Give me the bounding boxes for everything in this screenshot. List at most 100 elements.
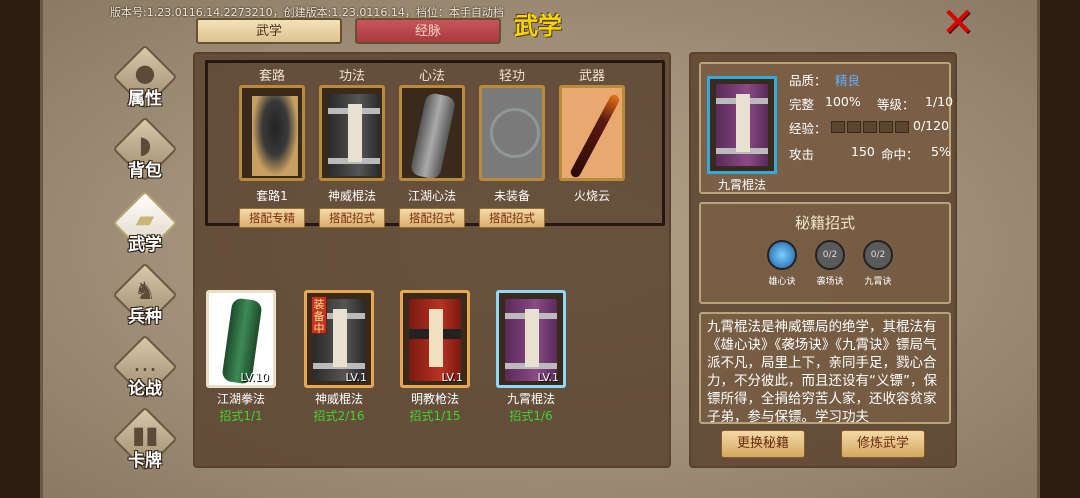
book-art (409, 299, 461, 381)
book-spine (348, 104, 362, 162)
pair-specialty-button[interactable]: 搭配专精 (239, 208, 305, 228)
locked-skill-icon[interactable]: 0/2 (863, 240, 893, 270)
routine-card[interactable] (239, 85, 305, 181)
skill-label: 雄心诀 (768, 277, 796, 287)
slot-skill: 功法 神威棍法 搭配招式 (312, 63, 392, 228)
nav-label: 背包 (128, 161, 162, 181)
hit-label: 命中： (881, 147, 919, 162)
slot-category: 心法 (418, 69, 445, 84)
slot-category: 轻功 (498, 69, 525, 84)
slot-category: 套路 (258, 69, 285, 84)
complete-label: 完整 (789, 97, 815, 112)
exp-value: 0/120 (913, 118, 950, 133)
nav-label: 卡牌 (128, 451, 162, 471)
item-moves: 招式1/15 (409, 409, 461, 423)
chat-bubble-icon: … (133, 349, 157, 377)
bag-icon: ◗ (138, 131, 152, 159)
inventory-item[interactable]: LV.10 江湖拳法 招式1/1 (201, 288, 281, 424)
exp-segment (879, 121, 893, 133)
dragon-emblem-icon (490, 108, 540, 158)
swap-manual-button[interactable]: 更换秘籍 (721, 430, 805, 458)
selected-name: 九霄棍法 (717, 178, 766, 192)
level-label: 等级： (877, 97, 915, 112)
book-spine (525, 309, 539, 367)
nav-item-attributes[interactable]: ● 属性 (112, 44, 178, 116)
lightness-card-empty[interactable] (479, 85, 545, 181)
person-icon: ● (134, 59, 156, 87)
pair-moves-button[interactable]: 搭配招式 (479, 208, 545, 228)
nav-item-cards[interactable]: ▮▮ 卡牌 (112, 406, 178, 478)
book-art (716, 84, 768, 166)
martial-arts-panel: 套路 套路1 搭配专精 功法 神威棍法 搭配招式 心法 江湖心法 搭配招式 轻功… (193, 52, 671, 468)
cards-icon: ▮▮ (132, 421, 159, 449)
complete-value: 100% (825, 94, 861, 109)
slot-category: 武器 (578, 69, 605, 84)
slot-routine: 套路 套路1 搭配专精 (232, 63, 312, 228)
slot-name: 火烧云 (573, 189, 610, 203)
slot-name: 套路1 (256, 189, 288, 203)
inventory-item[interactable]: 装备中 LV.1 神威棍法 招式2/16 (299, 288, 379, 424)
equipment-frame: 套路 套路1 搭配专精 功法 神威棍法 搭配招式 心法 江湖心法 搭配招式 轻功… (205, 60, 665, 228)
close-icon[interactable]: ✕ (940, 3, 976, 43)
skill-label: 袭场诀 (816, 277, 844, 287)
pair-moves-button[interactable]: 搭配招式 (399, 208, 465, 228)
exp-segment (895, 121, 909, 133)
horse-rider-icon: ♞ (134, 277, 156, 305)
slot-name: 未装备 (493, 189, 530, 203)
nav-label: 兵种 (128, 307, 162, 327)
item-name: 九霄棍法 (506, 392, 555, 406)
selected-book-card (707, 76, 777, 174)
nav-item-troops[interactable]: ♞ 兵种 (112, 262, 178, 334)
attack-label: 攻击 (789, 147, 815, 162)
skill-book-card[interactable] (319, 85, 385, 181)
exp-label: 经验： (789, 121, 827, 136)
scroll-art (409, 91, 457, 178)
book-spine (736, 94, 750, 152)
mind-scroll-card[interactable] (399, 85, 465, 181)
detail-panel: 九霄棍法 品质： 精良 完整 100% 等级： 1/10 经验： 0/120 攻… (689, 52, 957, 468)
item-name: 神威棍法 (314, 392, 363, 406)
nav-item-bag[interactable]: ◗ 背包 (112, 116, 178, 188)
equipped-badge: 装备中 (311, 296, 327, 335)
book-art (505, 299, 557, 381)
level-label: LV.1 (345, 371, 367, 384)
locked-skill-icon[interactable]: 0/2 (815, 240, 845, 270)
inventory-card: LV.1 (400, 290, 470, 388)
slot-mind: 心法 江湖心法 搭配招式 (392, 63, 472, 228)
item-name: 明教枪法 (410, 392, 459, 406)
level-label: LV.1 (537, 371, 559, 384)
nav-item-martial-arts[interactable]: ▰ 武学 (112, 190, 178, 262)
inventory-item-selected[interactable]: LV.1 九霄棍法 招式1/6 (491, 288, 571, 424)
tab-jingmai[interactable]: 经脉 (355, 18, 501, 44)
nav-item-debate[interactable]: … 论战 (112, 334, 178, 406)
page-title: 武学 (514, 12, 562, 40)
nav-label: 武学 (128, 235, 162, 255)
item-name: 江湖拳法 (216, 392, 265, 406)
exp-segment (847, 121, 861, 133)
weapon-card[interactable] (559, 85, 625, 181)
tab-wuxue[interactable]: 武学 (196, 18, 342, 44)
train-martial-arts-button[interactable]: 修炼武学 (841, 430, 925, 458)
slot-weapon: 武器 火烧云 (552, 63, 632, 204)
inventory-card: 装备中 LV.1 (304, 290, 374, 388)
book-spine (333, 309, 347, 367)
pair-moves-button[interactable]: 搭配招式 (319, 208, 385, 228)
staff-art (568, 93, 622, 178)
quality-value: 精良 (835, 73, 861, 88)
level-label: LV.10 (240, 371, 269, 384)
fighter-art (252, 96, 298, 176)
exp-segment (831, 121, 845, 133)
secret-moves-box: 秘籍招式 雄心诀 0/2 袭场诀 0/2 九霄诀 (699, 202, 951, 304)
lightning-skill-icon[interactable] (767, 240, 797, 270)
item-info-box: 九霄棍法 品质： 精良 完整 100% 等级： 1/10 经验： 0/120 攻… (699, 62, 953, 194)
attack-value: 150 (851, 144, 875, 159)
item-moves: 招式1/6 (509, 409, 553, 423)
book-art (328, 94, 380, 176)
book-spine (429, 309, 443, 367)
hit-value: 5% (931, 144, 951, 159)
description-box: 九霄棍法是神威镖局的绝学，其棍法有《雄心诀》《袭场诀》《九霄诀》镖局气派不凡，局… (699, 312, 951, 424)
inventory-card: LV.10 (206, 290, 276, 388)
item-moves: 招式2/16 (313, 409, 365, 423)
slot-lightness: 轻功 未装备 搭配招式 (472, 63, 552, 228)
inventory-item[interactable]: LV.1 明教枪法 招式1/15 (395, 288, 475, 424)
